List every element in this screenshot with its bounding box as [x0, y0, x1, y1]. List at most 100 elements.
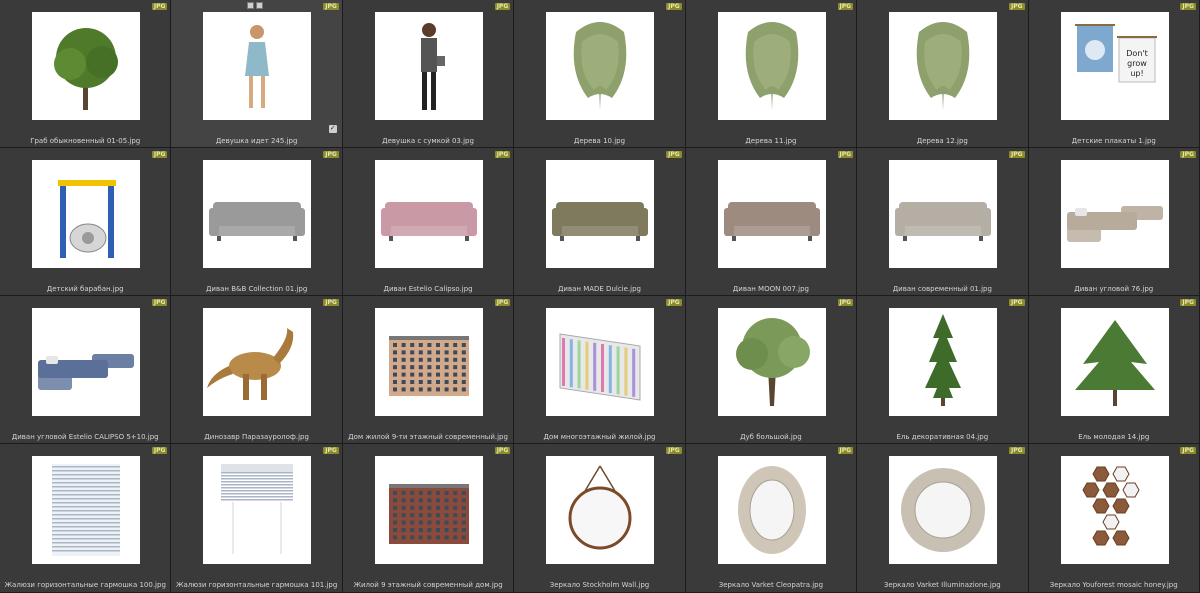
playground-drum-icon: [58, 180, 116, 258]
thumbnail-image[interactable]: [889, 160, 998, 268]
sofa-icon: [895, 202, 992, 241]
thumbnail-label: Зеркало Varket Illuminazione.jpg: [883, 581, 1001, 589]
edit-icon[interactable]: [256, 2, 264, 9]
thumbnail-item[interactable]: JPG Зеркало Youforest mosaic honey.jpg: [1028, 444, 1200, 593]
thumbnail-image[interactable]: Don't grow up!: [1060, 12, 1169, 120]
thumbnail-image[interactable]: [374, 160, 483, 268]
thumbnail-label: Диван MOON 007.jpg: [732, 285, 809, 293]
thumbnail-image[interactable]: [546, 12, 655, 120]
thumbnail-item[interactable]: JPG Ель молодая 14.jpg: [1028, 296, 1200, 444]
thumbnail-image[interactable]: [717, 12, 826, 120]
thumbnail-item[interactable]: JPG Диван Estelio Calipso.jpg: [342, 148, 515, 296]
sofa-icon: [380, 202, 477, 241]
frame-icon[interactable]: [247, 2, 255, 9]
thumbnail-label: Жалюзи горизонтальные гармошка 100.jpg: [4, 581, 166, 589]
thumbnail-image[interactable]: [203, 456, 312, 564]
thumbnail-label: Диван современный 01.jpg: [892, 285, 992, 293]
thumbnail-item[interactable]: JPG Диван современный 01.jpg: [857, 148, 1029, 296]
thumbnail-image[interactable]: [203, 160, 312, 268]
item-toolbar: [247, 2, 264, 9]
thumbnail-image[interactable]: [546, 160, 655, 268]
thumbnail-image[interactable]: [32, 12, 140, 120]
jpg-format-badge: JPG: [151, 3, 168, 10]
jpg-format-badge: JPG: [323, 299, 339, 306]
thumbnail-item[interactable]: JPG Диван угловой 76.jpg: [1028, 148, 1200, 296]
round-mirror-icon: [568, 465, 632, 550]
woman-walking-icon: [245, 25, 270, 108]
thumbnail-item[interactable]: JPG Зеркало Varket Illuminazione.jpg: [857, 444, 1029, 593]
corner-sofa-icon: [1066, 206, 1163, 242]
building-icon: [388, 336, 469, 396]
thumbnail-item[interactable]: JPG Девушка с сумкой 03.jpg: [342, 0, 515, 148]
thumbnail-image[interactable]: [203, 308, 312, 416]
sofa-icon: [552, 202, 649, 241]
thumbnail-item[interactable]: JPG Жалюзи горизонтальные гармошка 101.jp…: [171, 444, 343, 593]
thumbnail-item[interactable]: JPG Девушка идет 245.jpg ✓: [171, 0, 343, 148]
thumbnail-image[interactable]: [1060, 308, 1169, 416]
svg-text:up!: up!: [1130, 69, 1143, 78]
woman-with-bag-icon: [420, 23, 445, 110]
blinds-icon: [221, 464, 294, 554]
thumbnail-label: Зеркало Varket Cleopatra.jpg: [718, 581, 824, 589]
jpg-format-badge: JPG: [1008, 447, 1025, 454]
thumbnail-item[interactable]: JPG Жилой 9 этажный современный дом.jpg: [342, 444, 515, 593]
thumbnail-image[interactable]: [889, 308, 998, 416]
thumbnail-item[interactable]: JPG Дом жилой 9-ти этажный современный.jp…: [342, 296, 515, 444]
thumbnail-label: Девушка с сумкой 03.jpg: [382, 137, 474, 145]
thumbnail-item[interactable]: JPG Динозавр Паразауролоф.jpg: [171, 296, 343, 444]
jpg-format-badge: JPG: [1008, 299, 1025, 306]
thumbnail-label: Дерева 11.jpg: [745, 137, 797, 145]
thumbnail-image[interactable]: [717, 160, 826, 268]
thumbnail-image[interactable]: [546, 308, 655, 416]
jpg-format-badge: JPG: [1008, 3, 1025, 10]
thumbnail-image[interactable]: [889, 456, 998, 564]
thumbnail-image[interactable]: [32, 160, 140, 268]
thumbnail-image[interactable]: [32, 308, 140, 416]
thumbnail-item[interactable]: JPG Дом многоэтажный жилой.jpg: [514, 296, 686, 444]
thumbnail-item[interactable]: JPG Диван B&B Collection 01.jpg: [171, 148, 343, 296]
jpg-format-badge: JPG: [1180, 3, 1196, 10]
birch-tree-icon: [916, 22, 970, 110]
thumbnail-item[interactable]: Don't grow up! JPG Детские плакаты 1.jpg: [1028, 0, 1200, 148]
jpg-format-badge: JPG: [837, 447, 854, 454]
jpg-format-badge: JPG: [323, 151, 339, 158]
thumbnail-item[interactable]: JPG Дерева 11.jpg: [685, 0, 858, 148]
selection-checkbox[interactable]: ✓: [328, 125, 337, 133]
thumbnail-item[interactable]: JPG Диван угловой Estelio CALIPSO 5+10.jp…: [0, 296, 172, 444]
thumbnail-image[interactable]: [717, 456, 826, 564]
thumbnail-item[interactable]: JPG Граб обыкновенный 01-05.jpg: [0, 0, 172, 148]
thumbnail-item[interactable]: JPG Дуб большой.jpg: [685, 296, 858, 444]
thumbnail-label: Жалюзи горизонтальные гармошка 101.jpg: [175, 581, 338, 589]
thumbnail-image[interactable]: [1060, 160, 1169, 268]
thumbnail-image[interactable]: [32, 456, 140, 564]
thumbnail-label: Жилой 9 этажный современный дом.jpg: [353, 581, 503, 589]
thumbnail-item[interactable]: JPG Дерева 12.jpg: [857, 0, 1029, 148]
thumbnail-image[interactable]: [374, 308, 483, 416]
tree-icon: [54, 28, 118, 110]
thumbnail-item[interactable]: JPG Жалюзи горизонтальные гармошка 100.jp…: [0, 444, 172, 593]
blinds-icon: [52, 464, 120, 556]
building-icon: [388, 484, 469, 544]
thumbnail-item[interactable]: JPG Зеркало Varket Cleopatra.jpg: [685, 444, 858, 593]
thumbnail-image[interactable]: [1060, 456, 1169, 564]
jpg-format-badge: JPG: [1180, 447, 1196, 454]
thumbnail-item[interactable]: JPG Детский барабан.jpg: [0, 148, 172, 296]
thumbnail-item[interactable]: JPG Диван MADE Dulcie.jpg: [514, 148, 686, 296]
thumbnail-image[interactable]: [374, 12, 483, 120]
thumbnail-item[interactable]: JPG Ель декоративная 04.jpg: [857, 296, 1029, 444]
thumbnail-item[interactable]: JPG Зеркало Stockholm Wall.jpg: [514, 444, 686, 593]
thumbnail-image[interactable]: [374, 456, 483, 564]
thumbnail-image[interactable]: [717, 308, 826, 416]
thumbnail-item[interactable]: JPG Дерева 10.jpg: [514, 0, 686, 148]
jpg-format-badge: JPG: [151, 447, 168, 454]
thumbnail-label: Диван угловой Estelio CALIPSO 5+10.jpg: [11, 433, 159, 441]
corner-sofa-icon: [38, 354, 134, 390]
thumbnail-label: Девушка идет 245.jpg: [215, 137, 298, 145]
sofa-icon: [723, 202, 820, 241]
thumbnail-label: Зеркало Stockholm Wall.jpg: [549, 581, 650, 589]
thumbnail-image[interactable]: [203, 12, 312, 120]
thumbnail-image[interactable]: [546, 456, 655, 564]
jpg-format-badge: JPG: [494, 299, 511, 306]
thumbnail-item[interactable]: JPG Диван MOON 007.jpg: [685, 148, 858, 296]
thumbnail-image[interactable]: [889, 12, 998, 120]
